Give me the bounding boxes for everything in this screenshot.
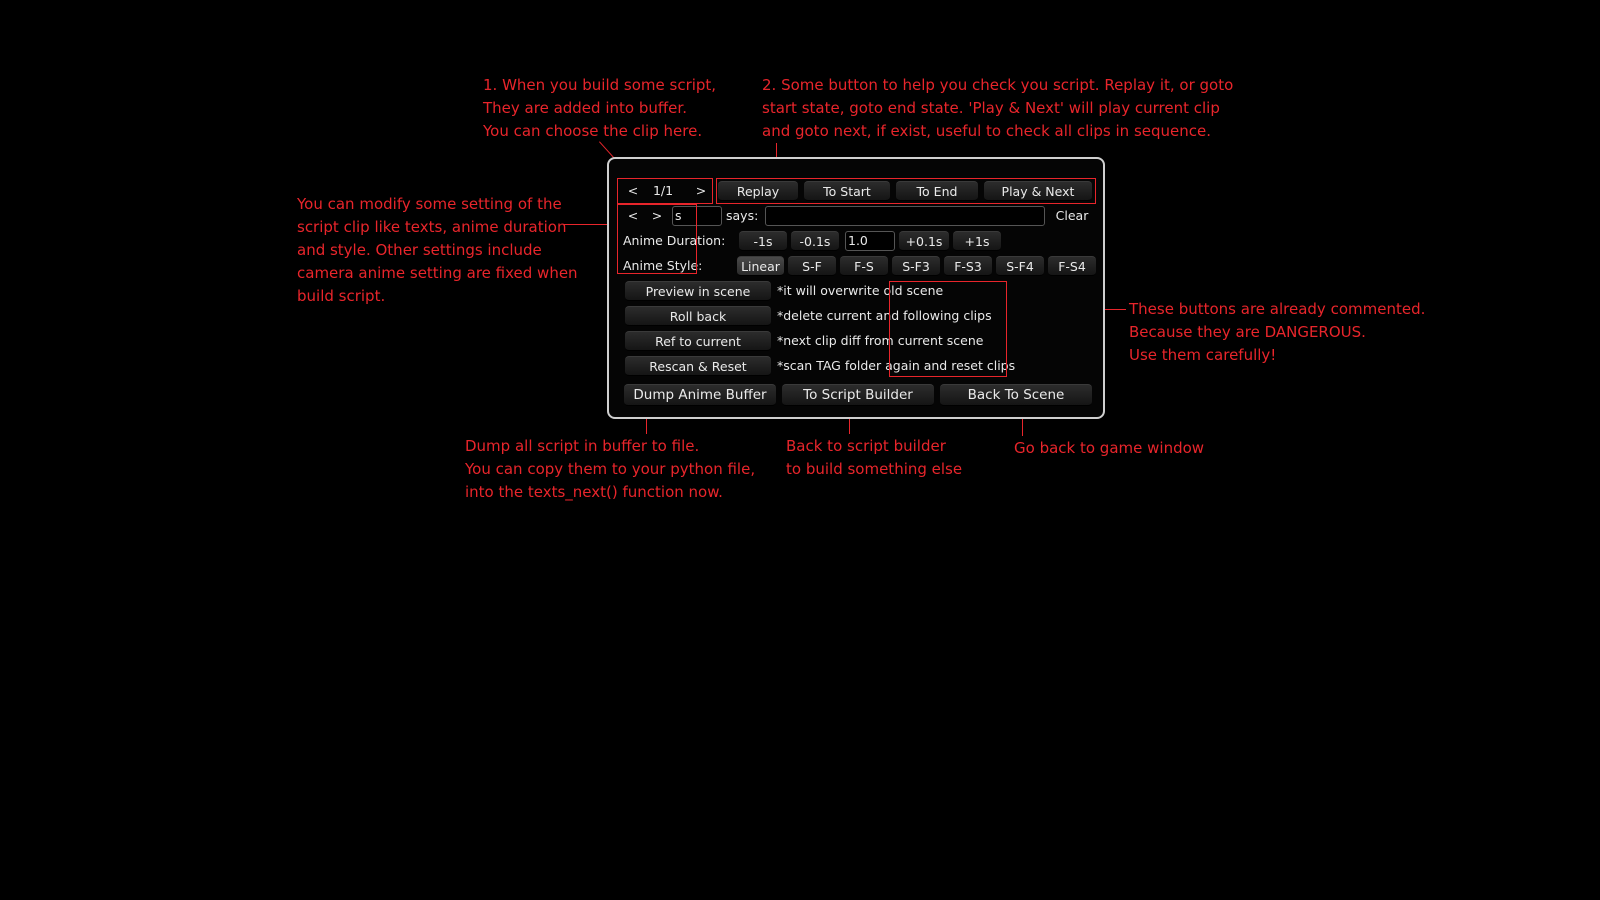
style-option-f-s3[interactable]: F-S3 xyxy=(944,256,992,276)
style-option-s-f4[interactable]: S-F4 xyxy=(996,256,1044,276)
highlight-clip-nav xyxy=(617,178,713,204)
highlight-playback xyxy=(716,178,1096,204)
roll-back-button[interactable]: Roll back xyxy=(625,306,771,326)
dump-anime-buffer-button[interactable]: Dump Anime Buffer xyxy=(624,384,776,406)
duration-plus-1-button[interactable]: +1s xyxy=(953,231,1001,251)
back-to-scene-button[interactable]: Back To Scene xyxy=(940,384,1092,406)
duration-input[interactable]: 1.0 xyxy=(845,231,895,251)
rescan-reset-button[interactable]: Rescan & Reset xyxy=(625,356,771,376)
to-script-builder-button[interactable]: To Script Builder xyxy=(782,384,934,406)
note-dump-buffer: Dump all script in buffer to file. You c… xyxy=(465,437,756,501)
ref-to-current-button[interactable]: Ref to current xyxy=(625,331,771,351)
style-option-linear[interactable]: Linear xyxy=(737,256,784,276)
preview-in-scene-button[interactable]: Preview in scene xyxy=(625,281,771,301)
note-modify-settings: You can modify some setting of the scrip… xyxy=(297,195,578,305)
duration-minus-1-button[interactable]: -1s xyxy=(739,231,787,251)
dialog-text-input[interactable] xyxy=(765,206,1045,226)
highlight-dangerous xyxy=(889,281,1007,377)
duration-minus-0-1-button[interactable]: -0.1s xyxy=(791,231,839,251)
style-option-s-f3[interactable]: S-F3 xyxy=(892,256,940,276)
style-option-s-f[interactable]: S-F xyxy=(788,256,836,276)
says-label: says: xyxy=(726,208,759,223)
note-script-builder: Back to script builder to build somethin… xyxy=(786,437,963,478)
note-check-buttons: 2. Some button to help you check you scr… xyxy=(762,76,1234,140)
style-option-f-s4[interactable]: F-S4 xyxy=(1048,256,1096,276)
highlight-settings xyxy=(617,204,697,274)
clear-button[interactable]: Clear xyxy=(1051,206,1093,226)
style-option-f-s[interactable]: F-S xyxy=(840,256,888,276)
note-dangerous-buttons: These buttons are already commented. Bec… xyxy=(1129,300,1426,364)
note-back-to-scene: Go back to game window xyxy=(1014,439,1205,457)
note-buffer: 1. When you build some script, They are … xyxy=(483,76,717,140)
duration-plus-0-1-button[interactable]: +0.1s xyxy=(899,231,949,251)
